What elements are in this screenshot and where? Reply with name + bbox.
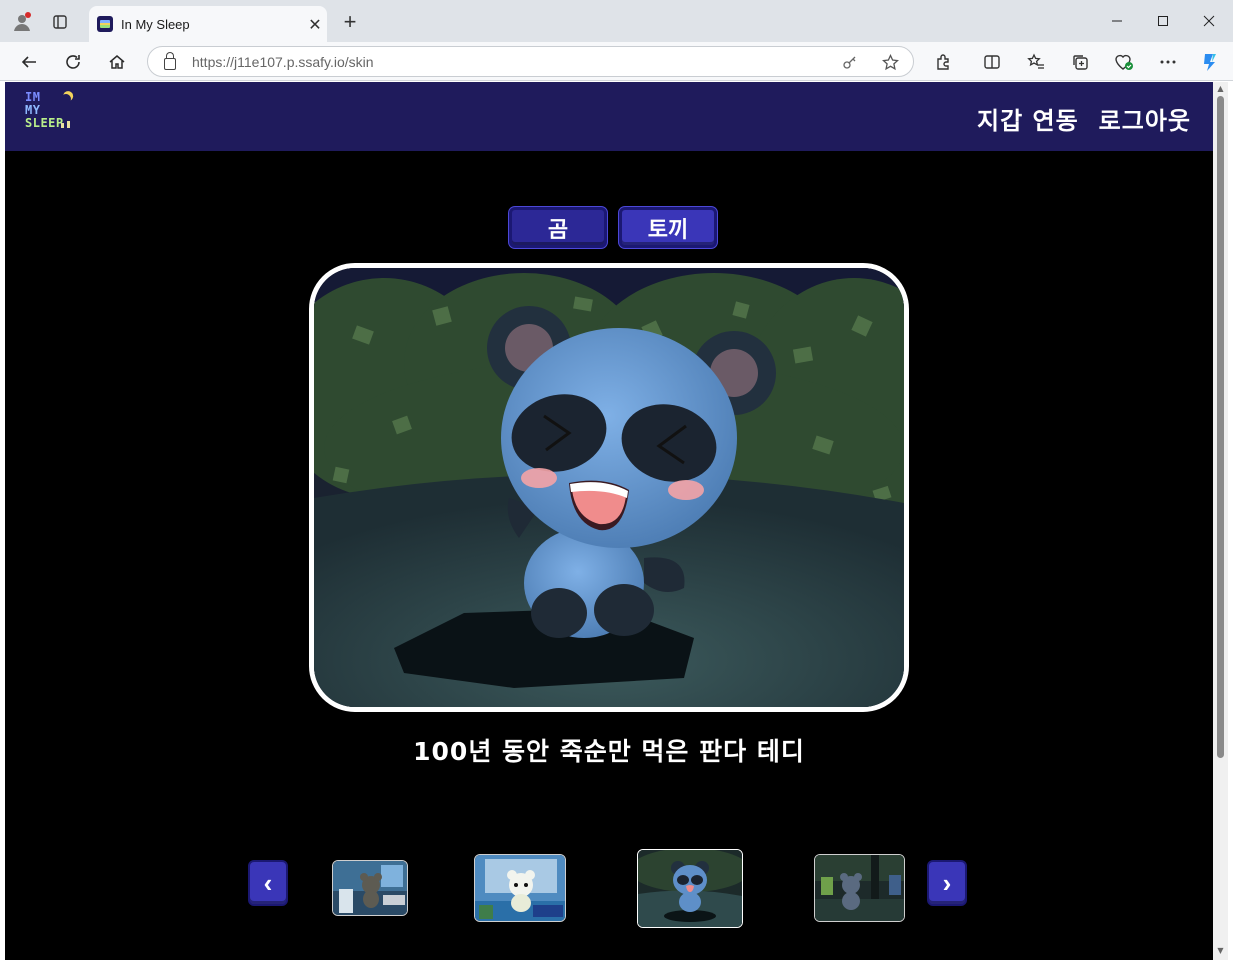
page-scrollbar[interactable]: ▲ ▼ (1213, 82, 1228, 960)
carousel-next-button[interactable]: › (927, 860, 967, 906)
browser-chrome: In My Sleep ✕ + https://j11e107.p.ssafy.… (0, 0, 1233, 81)
copilot-icon[interactable] (1198, 50, 1222, 74)
url-text: https://j11e107.p.ssafy.io/skin (192, 54, 374, 70)
url-field[interactable]: https://j11e107.p.ssafy.io/skin (147, 46, 914, 77)
site-favicon-icon (97, 16, 113, 32)
url-host: https://j11e107.p.ssafy.io (192, 53, 345, 70)
skin-preview-frame (309, 263, 909, 712)
tab-title: In My Sleep (121, 16, 190, 32)
wallet-connect-link[interactable]: 지갑 연동 (977, 101, 1079, 136)
site-logo[interactable]: IM MY SLEEP (25, 91, 85, 139)
logout-link[interactable]: 로그아웃 (1099, 101, 1191, 136)
lock-icon[interactable] (164, 51, 176, 70)
scrollbar-thumb[interactable] (1217, 96, 1224, 758)
scroll-down-icon[interactable]: ▼ (1216, 946, 1225, 955)
thumbnail-white-bear[interactable] (474, 854, 566, 922)
sleep-icon (59, 120, 73, 128)
refresh-icon[interactable] (60, 49, 86, 75)
url-path: /skin (344, 53, 374, 70)
thumbnail-bear-dark-forest[interactable] (814, 854, 905, 922)
white-bear-image (475, 855, 565, 921)
collections-icon[interactable] (1068, 50, 1092, 74)
back-arrow-icon[interactable] (16, 49, 42, 75)
chevron-right-icon: › (942, 867, 952, 898)
tab-bar: In My Sleep ✕ + (0, 0, 1233, 42)
panda-teddy-image (314, 268, 904, 707)
header-nav: 지갑 연동 로그아웃 (977, 101, 1191, 136)
home-icon[interactable] (104, 49, 130, 75)
site-header: IM MY SLEEP 지갑 연동 로그아웃 (5, 82, 1213, 151)
close-window-icon[interactable] (1186, 8, 1232, 34)
skin-type-tabs: 곰 토끼 (509, 207, 717, 248)
browser-essentials-icon[interactable] (1112, 50, 1136, 74)
bear-bedroom-image (333, 861, 407, 915)
more-options-icon[interactable] (1156, 50, 1180, 74)
password-key-icon[interactable] (840, 52, 860, 72)
page-viewport: IM MY SLEEP 지갑 연동 로그아웃 곰 토끼 100년 동안 죽순만 … (5, 82, 1213, 960)
new-tab-button[interactable]: + (338, 9, 362, 34)
tab-rabbit[interactable]: 토끼 (619, 207, 717, 248)
address-bar: https://j11e107.p.ssafy.io/skin (0, 42, 1233, 81)
thumbnail-panda[interactable] (637, 849, 743, 928)
favorite-star-icon[interactable] (880, 52, 900, 72)
panda-forest-image (638, 850, 742, 927)
favorites-icon[interactable] (1024, 50, 1048, 74)
chevron-left-icon: ‹ (263, 867, 273, 898)
close-tab-icon[interactable]: ✕ (303, 15, 327, 34)
maximize-icon[interactable] (1140, 8, 1186, 34)
bear-dark-forest-image (815, 855, 904, 921)
tab-actions-icon[interactable] (48, 10, 72, 34)
extensions-icon[interactable] (931, 50, 955, 74)
minimize-icon[interactable] (1094, 8, 1140, 34)
browser-tab[interactable]: In My Sleep ✕ (89, 6, 327, 42)
split-screen-icon[interactable] (980, 50, 1004, 74)
profile-icon[interactable] (10, 10, 34, 34)
skin-caption: 100년 동안 죽순만 먹은 판다 테디 (413, 737, 805, 766)
scroll-up-icon[interactable]: ▲ (1216, 84, 1225, 93)
tab-bear[interactable]: 곰 (509, 207, 607, 248)
logo-line-3: SLEEP (25, 116, 64, 130)
thumbnail-bear-bedroom[interactable] (332, 860, 408, 916)
carousel-prev-button[interactable]: ‹ (248, 860, 288, 906)
